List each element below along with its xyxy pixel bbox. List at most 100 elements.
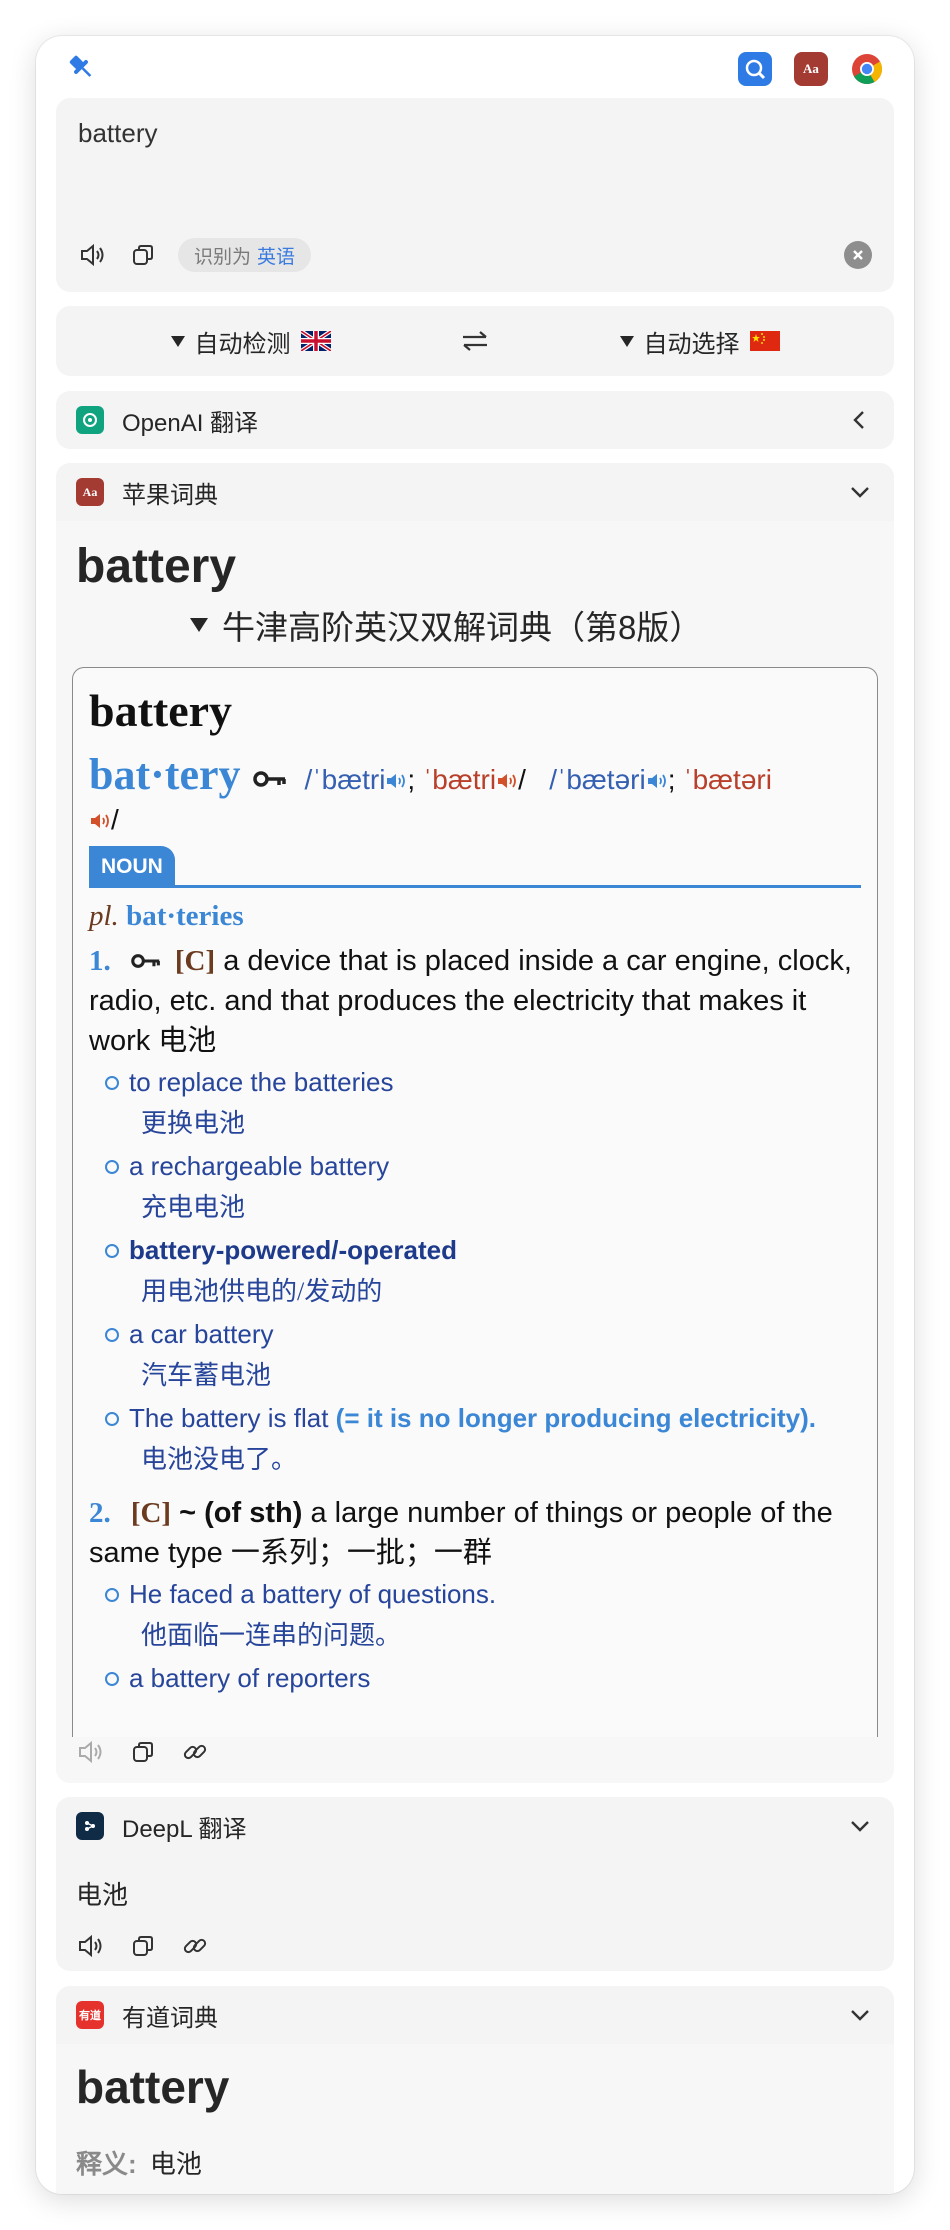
speaker-icon[interactable] [496,771,518,791]
definition-translation: 一系列；一批；一群 [230,1537,492,1569]
dictionary-entry: battery bat·tery /ˈbætri; ˈbætri / /ˈbætə… [72,667,878,1737]
example-zh: 他面临一连串的问题。 [141,1621,402,1650]
pronunciation-bre-2: /ˈbætəri [549,764,646,795]
youdao-service-name: 有道词典 [122,2004,218,2032]
deepl-result: 电池 [76,1880,129,1910]
pin-icon[interactable] [66,52,96,82]
pronunciation-ame-2: ˈbætəri [683,764,772,795]
part-of-speech-tag: NOUN [89,846,175,888]
openai-header[interactable]: OpenAI 翻译 [56,391,894,449]
language-selector: 自动检测 自动选择 [56,306,894,376]
chrome-icon[interactable] [850,52,884,86]
youdao-service-panel: 有道 有道词典 battery 释义: 电池 [56,1986,894,2194]
apple-dictionary-panel: Aa 苹果词典 battery 牛津高阶英汉双解词典（第8版） battery … [56,463,894,1783]
speaker-icon[interactable] [76,1931,106,1961]
speaker-icon[interactable] [76,1737,106,1767]
clear-input-button[interactable] [844,241,872,269]
caret-down-icon [619,335,634,347]
target-language-label: 自动选择 [643,330,740,358]
chevron-down-icon[interactable] [848,1814,872,1838]
speaker-icon[interactable] [646,771,668,791]
openai-service-panel: OpenAI 翻译 [56,391,894,449]
example-zh: 电池没电了。 [141,1445,298,1474]
youdao-logo-icon: 有道 [76,2001,104,2029]
apple-dictionary-logo-icon: Aa [76,478,104,506]
apple-dictionary-header[interactable]: Aa 苹果词典 [56,463,894,521]
plural-word: bat·teries [126,900,244,932]
detected-language: 英语 [257,246,296,268]
link-icon[interactable] [180,1931,210,1961]
source-language-label: 自动检测 [194,330,291,358]
pronunciation-ame-1: ˈbætri [422,764,497,795]
deepl-service-panel: DeepL 翻译 电池 [56,1797,894,1971]
query-input[interactable]: battery [78,118,158,149]
chevron-down-icon[interactable] [848,480,872,504]
caret-down-icon [170,335,185,347]
chevron-down-icon[interactable] [848,2003,872,2027]
china-flag-icon [749,331,780,351]
key-icon [252,771,286,787]
sense-number: 2. [89,1497,111,1529]
app-window: Aa battery 识别为 英语 自动检测 自动选择 OpenAI 翻译 Aa… [36,36,914,2194]
key-icon [131,954,160,968]
youdao-header[interactable]: 有道 有道词典 [56,1986,894,2044]
definition-text: 电池 [149,2149,202,2179]
example-en: a rechargeable battery [129,1151,390,1181]
top-bar: Aa [36,36,914,96]
deepl-logo-icon [76,1812,104,1840]
caret-down-icon [190,618,208,632]
link-icon[interactable] [180,1737,210,1767]
deepl-header[interactable]: DeepL 翻译 [56,1797,894,1855]
detected-prefix: 识别为 [194,246,252,268]
copy-icon[interactable] [128,1737,158,1767]
copy-icon[interactable] [128,240,158,270]
chevron-left-icon[interactable] [848,408,872,432]
dictionary-name[interactable]: 牛津高阶英汉双解词典（第8版） [190,601,702,649]
apple-dictionary-body: battery 牛津高阶英汉双解词典（第8版） battery bat·tery [56,521,894,1783]
example-zh: 用电池供电的/发动的 [141,1277,383,1306]
example: a rechargeable battery [105,1145,861,1187]
example-en: a battery of reporters [129,1663,371,1693]
deepl-service-name: DeepL 翻译 [122,1815,247,1843]
detected-language-pill[interactable]: 识别为 英语 [178,238,312,272]
target-language-select[interactable]: 自动选择 [505,324,894,359]
part-of-speech-bar: NOUN [89,846,861,888]
swap-languages-button[interactable] [445,329,505,353]
youdao-word: battery [76,2061,230,2113]
plural-label: pl. [89,900,119,932]
input-panel: battery 识别为 英语 [56,98,894,292]
apple-dictionary-actions [76,1737,210,1767]
example-gloss: (= it is no longer producing electricity… [335,1403,816,1433]
example-zh: 充电电池 [141,1193,246,1222]
sense-number: 1. [89,945,111,977]
openai-logo-icon [76,406,104,434]
entry-syllables: bat·tery [89,750,241,799]
example: to replace the batteries [105,1061,861,1103]
example-en: The battery is flat [129,1403,329,1433]
openai-service-name: OpenAI 翻译 [122,409,259,437]
example-zh: 更换电池 [141,1109,246,1138]
deepl-actions [76,1931,210,1961]
grammar-pattern: ~ (of sth) [179,1497,303,1529]
dictionary-icon[interactable]: Aa [794,52,828,86]
speaker-icon[interactable] [89,811,111,831]
easydict-icon[interactable] [738,52,772,86]
headword: battery [76,540,237,593]
example-zh: 汽车蓄电池 [141,1361,272,1390]
speaker-icon[interactable] [78,240,108,270]
example: He faced a battery of questions. [105,1573,861,1615]
definition-label: 释义: [76,2149,137,2179]
grammar-code: [C] [174,945,216,977]
speaker-icon[interactable] [385,771,407,791]
sense-2: 2. [C] ~ (of sth) a large number of thin… [89,1493,861,1573]
example: The battery is flat (= it is no longer p… [105,1397,861,1439]
example: battery-powered/-operated [105,1229,861,1271]
example-en: He faced a battery of questions. [129,1579,497,1609]
example-en: a car battery [129,1319,274,1349]
example: a battery of reporters [105,1657,861,1699]
dictionary-name-label: 牛津高阶英汉双解词典（第8版） [222,609,703,646]
source-language-select[interactable]: 自动检测 [56,324,445,359]
copy-icon[interactable] [128,1931,158,1961]
sense-1: 1. [C] a device that is placed inside a … [89,941,861,1061]
grammar-code: [C] [130,1497,172,1529]
